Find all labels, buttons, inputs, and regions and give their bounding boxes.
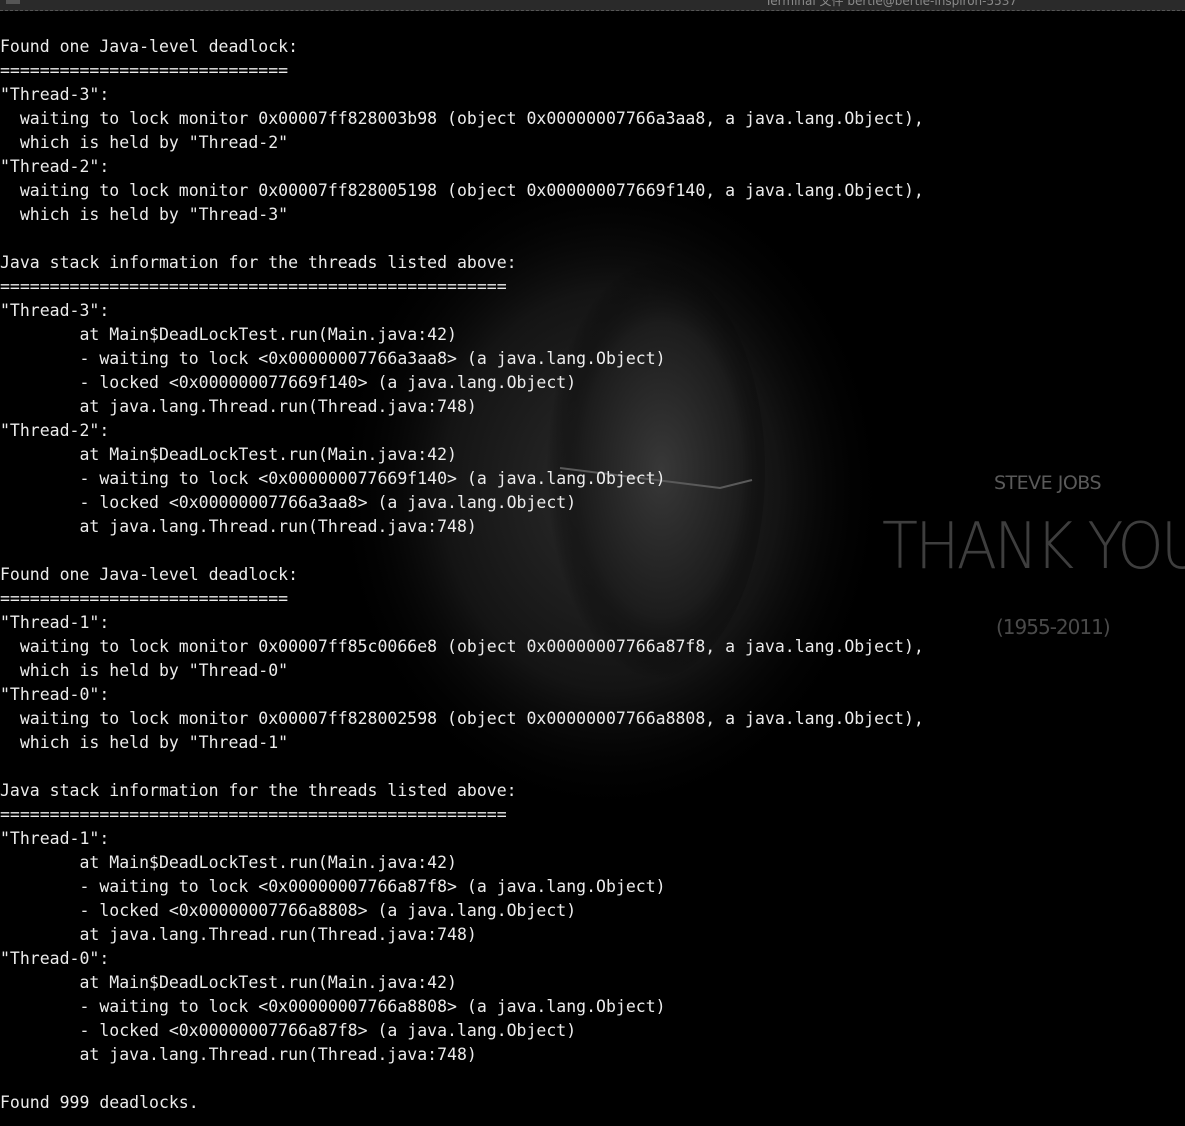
terminal-line: "Thread-3": xyxy=(0,301,110,320)
terminal-line: which is held by "Thread-2" xyxy=(0,133,289,152)
terminal-line: "Thread-0": xyxy=(0,685,110,704)
terminal-line: Found 999 deadlocks. xyxy=(0,1093,199,1112)
terminal-line: at Main$DeadLockTest.run(Main.java:42) xyxy=(0,445,457,464)
terminal-line: waiting to lock monitor 0x00007ff828003b… xyxy=(0,109,924,128)
terminal-line: "Thread-2": xyxy=(0,421,110,440)
terminal-line: ========================================… xyxy=(0,805,507,824)
terminal-line: - locked <0x00000007766a8808> (a java.la… xyxy=(0,901,577,920)
terminal-line: "Thread-2": xyxy=(0,157,110,176)
terminal-line: - locked <0x00000007766a3aa8> (a java.la… xyxy=(0,493,577,512)
terminal-line: "Thread-0": xyxy=(0,949,110,968)
window-titlebar[interactable]: Terminal 文件 bertie@bertie-inspiron-5537 xyxy=(0,0,1185,11)
terminal-line: "Thread-3": xyxy=(0,85,110,104)
terminal-output[interactable]: Found one Java-level deadlock: ==========… xyxy=(0,35,1185,1115)
terminal-line: Java stack information for the threads l… xyxy=(0,781,517,800)
terminal-line: Found one Java-level deadlock: xyxy=(0,565,299,584)
terminal-line: waiting to lock monitor 0x00007ff8280025… xyxy=(0,709,924,728)
terminal-line: ============================= xyxy=(0,61,289,80)
terminal-line: - waiting to lock <0x00000007766a3aa8> (… xyxy=(0,349,666,368)
terminal-line: waiting to lock monitor 0x00007ff85c0066… xyxy=(0,637,924,656)
terminal-line: at Main$DeadLockTest.run(Main.java:42) xyxy=(0,325,457,344)
terminal-line: - locked <0x000000077669f140> (a java.la… xyxy=(0,373,577,392)
terminal-line: - waiting to lock <0x000000077669f140> (… xyxy=(0,469,666,488)
terminal-line: at Main$DeadLockTest.run(Main.java:42) xyxy=(0,973,457,992)
terminal-line: ============================= xyxy=(0,589,289,608)
terminal-line: - waiting to lock <0x00000007766a87f8> (… xyxy=(0,877,666,896)
terminal-line: which is held by "Thread-1" xyxy=(0,733,289,752)
terminal-line: at java.lang.Thread.run(Thread.java:748) xyxy=(0,397,477,416)
terminal-line: "Thread-1": xyxy=(0,829,110,848)
terminal-line: - waiting to lock <0x00000007766a8808> (… xyxy=(0,997,666,1016)
terminal-line: "Thread-1": xyxy=(0,613,110,632)
terminal-line: which is held by "Thread-3" xyxy=(0,205,289,224)
terminal-line: which is held by "Thread-0" xyxy=(0,661,289,680)
terminal-line: at java.lang.Thread.run(Thread.java:748) xyxy=(0,925,477,944)
window-menu-icon[interactable] xyxy=(6,0,20,4)
window-title: Terminal 文件 bertie@bertie-inspiron-5537 xyxy=(765,0,1018,8)
terminal-line: ========================================… xyxy=(0,277,507,296)
terminal-line: at java.lang.Thread.run(Thread.java:748) xyxy=(0,1045,477,1064)
terminal-line: at java.lang.Thread.run(Thread.java:748) xyxy=(0,517,477,536)
terminal-line: - locked <0x00000007766a87f8> (a java.la… xyxy=(0,1021,577,1040)
terminal-line: Found one Java-level deadlock: xyxy=(0,37,299,56)
terminal-line: Java stack information for the threads l… xyxy=(0,253,517,272)
terminal-line: waiting to lock monitor 0x00007ff8280051… xyxy=(0,181,924,200)
terminal-line: at Main$DeadLockTest.run(Main.java:42) xyxy=(0,853,457,872)
